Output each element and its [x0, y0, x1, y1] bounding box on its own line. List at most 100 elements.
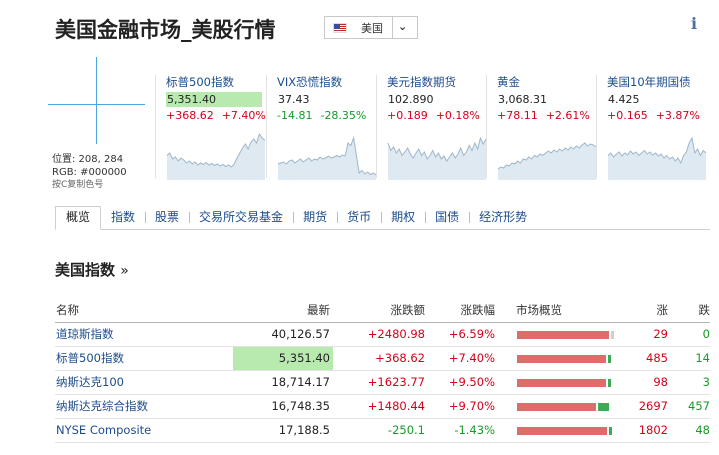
tab-6[interactable]: 期权 — [381, 207, 425, 229]
advancers-count: 1802 — [638, 423, 668, 437]
advancers-count: 98 — [653, 375, 668, 389]
latest-value: 40,126.57 — [271, 327, 330, 341]
decliners-count: 457 — [688, 399, 710, 413]
table-row[interactable]: 纳斯达克100 18,714.17 +1623.77 +9.50% 98 3 — [55, 371, 710, 395]
ticker-price: 102.890 — [388, 93, 434, 106]
tab-8[interactable]: 经济形势 — [469, 207, 537, 229]
ticker-card[interactable]: 美元指数期货 102.890 +0.189 +0.18% — [387, 74, 491, 182]
ticker-card[interactable]: 标普500指数 5,351.40 +368.62 +7.40% — [166, 74, 270, 182]
section-title[interactable]: 美国指数 — [55, 261, 115, 279]
sparkline-area — [608, 138, 706, 180]
decliners-count: 14 — [695, 351, 710, 365]
header-down: 跌 — [698, 303, 711, 317]
tab-1[interactable]: 指数 — [101, 207, 145, 229]
breadth-bar-up — [517, 403, 596, 411]
latest-value: 16,748.35 — [271, 399, 330, 413]
table-row[interactable]: 道琼斯指数 40,126.57 +2480.98 +6.59% 29 0 — [55, 323, 710, 347]
breadth-bar-up — [517, 331, 609, 339]
change-value: +2480.98 — [367, 327, 425, 341]
country-select[interactable]: 美国 ⌄ — [324, 16, 418, 39]
breadth-bar-down — [598, 403, 609, 411]
header-latest: 最新 — [307, 303, 330, 317]
info-icon[interactable]: i — [687, 14, 701, 33]
ticker-name[interactable]: 美国10年期国债 — [607, 74, 711, 90]
ticker-change: +0.189 — [387, 109, 428, 122]
change-value: +1480.44 — [367, 399, 425, 413]
ticker-name[interactable]: VIX恐慌指数 — [277, 74, 381, 90]
tab-4[interactable]: 期货 — [293, 207, 337, 229]
breadth-bar-up — [517, 427, 607, 435]
breadth-bar-down — [608, 355, 611, 363]
sparkline-area — [498, 143, 596, 180]
tab-2[interactable]: 股票 — [145, 207, 189, 229]
change-value: +1623.77 — [367, 375, 425, 389]
header-up: 涨 — [656, 303, 669, 317]
ticker-price: 3,068.31 — [498, 93, 547, 106]
advancers-count: 29 — [653, 327, 668, 341]
ticker-price: 37.43 — [278, 93, 310, 106]
breadth-bar-down — [608, 379, 611, 387]
change-value: -250.1 — [387, 423, 425, 437]
table-row[interactable]: 标普500指数 5,351.40 +368.62 +7.40% 485 14 — [55, 347, 710, 371]
ticker-name[interactable]: 标普500指数 — [166, 74, 270, 90]
ticker-divider — [155, 75, 156, 178]
advancers-count: 485 — [646, 351, 668, 365]
section-arrow[interactable]: » — [120, 263, 129, 279]
index-name-link[interactable]: 道琼斯指数 — [56, 323, 114, 346]
index-name-link[interactable]: 纳斯达克综合指数 — [56, 395, 148, 418]
sparkline-area — [388, 138, 486, 180]
index-name-link[interactable]: 标普500指数 — [56, 347, 124, 370]
advancers-count: 2697 — [638, 399, 668, 413]
cursor-position: 位置: 208, 284 — [52, 154, 124, 165]
chevron-down-icon[interactable]: ⌄ — [398, 20, 407, 33]
ticker-name[interactable]: 美元指数期货 — [387, 74, 491, 90]
ticker-card[interactable]: 美国10年期国债 4.425 +0.165 +3.87% — [607, 74, 711, 182]
table-header-row: 名称 最新 涨跌额 涨跌幅 市场概览 涨 跌 — [55, 299, 710, 323]
ticker-change: +368.62 — [166, 109, 214, 122]
pct-value: +7.40% — [448, 351, 495, 365]
ticker-sparkline — [387, 136, 487, 180]
header-name: 名称 — [56, 303, 79, 317]
index-name-link[interactable]: 纳斯达克100 — [56, 371, 124, 394]
ticker-sparkline — [497, 142, 597, 180]
select-divider — [392, 17, 393, 38]
ticker-change: +0.165 — [607, 109, 648, 122]
ticker-sparkline — [607, 136, 707, 180]
section-heading[interactable]: 美国指数 » — [55, 259, 129, 280]
ticker-sparkline — [166, 132, 266, 180]
header-market: 市场概览 — [516, 303, 562, 317]
ticker-pct: +2.61% — [545, 109, 590, 122]
ticker-change: +78.11 — [497, 109, 538, 122]
decliners-count: 0 — [702, 327, 710, 341]
crosshair-vertical — [96, 57, 97, 144]
index-name-link[interactable]: NYSE Composite — [56, 419, 151, 442]
breadth-bar-down — [611, 331, 614, 339]
tab-bar: 概览 指数 股票 交易所交易基金 期货 货币 期权 国债 经济形势 — [55, 206, 710, 230]
us-flag-icon — [333, 22, 347, 33]
tab-0[interactable]: 概览 — [55, 206, 102, 230]
ticker-sparkline — [277, 136, 377, 180]
pct-value: +6.59% — [448, 327, 495, 341]
latest-value: 17,188.5 — [278, 423, 330, 437]
tab-5[interactable]: 货币 — [337, 207, 381, 229]
sparkline-area — [278, 138, 376, 180]
sparkline-area — [167, 134, 265, 180]
country-select-label: 美国 — [361, 21, 383, 35]
ticker-card[interactable]: VIX恐慌指数 37.43 -14.81 -28.35% — [277, 74, 381, 182]
ticker-pct: -28.35% — [320, 109, 367, 122]
tab-3[interactable]: 交易所交易基金 — [189, 207, 293, 229]
breadth-bar-up — [517, 355, 606, 363]
pct-value: +9.70% — [448, 399, 495, 413]
table-row[interactable]: NYSE Composite 17,188.5 -250.1 -1.43% 1802 48 — [55, 419, 710, 443]
cursor-hint: 按C复制色号 — [52, 180, 104, 190]
ticker-change: -14.81 — [277, 109, 313, 122]
header-change: 涨跌额 — [390, 303, 426, 317]
table-row[interactable]: 纳斯达克综合指数 16,748.35 +1480.44 +9.70% 2697 457 — [55, 395, 710, 419]
ticker-pct: +7.40% — [221, 109, 266, 122]
ticker-name[interactable]: 黄金 — [497, 74, 601, 90]
ticker-card[interactable]: 黄金 3,068.31 +78.11 +2.61% — [497, 74, 601, 182]
decliners-count: 3 — [702, 375, 710, 389]
pct-value: +9.50% — [448, 375, 495, 389]
ticker-price: 5,351.40 — [166, 92, 262, 107]
tab-7[interactable]: 国债 — [425, 207, 469, 229]
